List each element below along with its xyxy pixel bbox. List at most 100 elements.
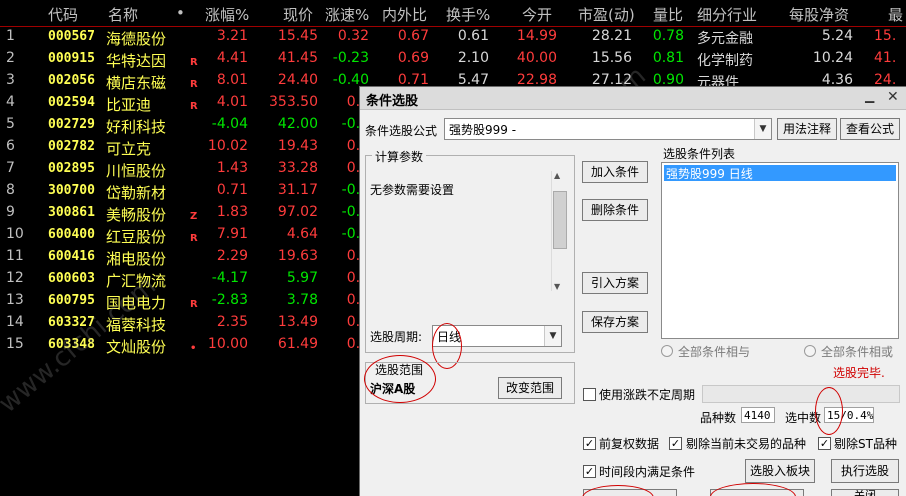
stock-code: 002056 xyxy=(48,73,95,88)
speed: -0.23 xyxy=(332,50,369,66)
industry: 化学制药 xyxy=(697,53,753,69)
period-label: 选股周期: xyxy=(370,330,423,344)
usage-notes-button[interactable]: 用法注释 xyxy=(777,118,837,140)
exclude-untraded-checkbox[interactable]: ✓ xyxy=(669,437,682,450)
annotation-circle xyxy=(364,355,436,403)
calc-params-label: 计算参数 xyxy=(372,148,427,165)
pre-adjust-checkbox[interactable]: ✓ xyxy=(583,437,596,450)
stock-name: 可立克 xyxy=(106,140,152,158)
all-and-radio[interactable] xyxy=(661,345,673,357)
row-index: 8 xyxy=(6,182,15,198)
change-pct: 8.01 xyxy=(216,72,248,88)
exclude-st-checkbox[interactable]: ✓ xyxy=(818,437,831,450)
variable-period-checkbox[interactable] xyxy=(583,388,596,401)
change-pct: 2.29 xyxy=(216,248,248,264)
pe-ratio: 28.21 xyxy=(591,28,632,44)
col-industry[interactable]: 细分行业 xyxy=(697,4,757,25)
col-last[interactable]: 最 xyxy=(888,4,903,25)
change-pct: -4.17 xyxy=(211,270,248,286)
volume-ratio: 0.78 xyxy=(652,28,684,44)
stock-name: 国电电力 xyxy=(106,294,167,312)
stock-code: 000567 xyxy=(48,29,95,44)
stock-flag: R xyxy=(190,79,198,90)
change-pct: 10.00 xyxy=(207,336,248,352)
col-code[interactable]: 代码 xyxy=(48,4,78,25)
select-to-block-button[interactable]: 选股入板块 xyxy=(745,459,815,483)
period-range-field[interactable] xyxy=(702,385,900,403)
stock-name: 红豆股份 xyxy=(106,228,167,246)
row-index: 6 xyxy=(6,138,15,154)
price: 97.02 xyxy=(277,204,318,220)
view-formula-button[interactable]: 查看公式 xyxy=(840,118,900,140)
delete-condition-button[interactable]: 删除条件 xyxy=(582,199,648,221)
minimize-icon[interactable]: ▁ xyxy=(865,89,881,105)
chevron-down-icon[interactable]: ▼ xyxy=(544,326,561,346)
row-index: 4 xyxy=(6,94,15,110)
price: 19.43 xyxy=(277,138,318,154)
price: 4.64 xyxy=(286,226,318,242)
stock-flag: Z xyxy=(190,211,198,222)
row-index: 11 xyxy=(6,248,24,264)
condition-list[interactable]: 强势股999 日线 xyxy=(661,162,899,339)
condition-select-dialog: 条件选股 ▁ ✕ 条件选股公式 强势股999 - ▼ 用法注释 查看公式 计算参… xyxy=(359,86,906,496)
formula-select[interactable]: 强势股999 - ▼ xyxy=(444,118,772,140)
condition-list-item[interactable]: 强势股999 日线 xyxy=(664,165,896,181)
col-name[interactable]: 名称 xyxy=(108,4,138,25)
col-speed[interactable]: 涨速% xyxy=(325,4,369,25)
add-condition-button[interactable]: 加入条件 xyxy=(582,161,648,183)
chevron-down-icon[interactable]: ▼ xyxy=(754,119,771,139)
stock-code: 300861 xyxy=(48,205,95,220)
exclude-st-label: 剔除ST品种 xyxy=(834,437,897,451)
change-pct: 4.01 xyxy=(216,94,248,110)
change-pct: 4.41 xyxy=(216,50,248,66)
col-open[interactable]: 今开 xyxy=(522,4,552,25)
dialog-titlebar[interactable]: 条件选股 ▁ ✕ xyxy=(360,87,906,110)
col-pe[interactable]: 市盈(动) xyxy=(578,4,635,25)
row-index: 2 xyxy=(6,50,15,66)
table-row[interactable]: 1 000567 海德股份 3.21 15.45 0.32 0.67 0.61 14.99 28.… xyxy=(0,27,906,49)
period-satisfy-checkbox[interactable]: ✓ xyxy=(583,465,596,478)
price: 41.45 xyxy=(277,50,318,66)
condition-list-label: 选股条件列表 xyxy=(663,147,736,161)
col-inner-outer[interactable]: 内外比 xyxy=(382,4,427,25)
annotation-circle xyxy=(582,485,654,496)
import-plan-button[interactable]: 引入方案 xyxy=(582,272,648,294)
col-vol-ratio[interactable]: 量比 xyxy=(653,4,683,25)
variety-count-field: 4140 xyxy=(741,407,775,423)
params-scrollbar[interactable]: ▲ ▼ xyxy=(551,171,567,291)
variable-period-label: 使用涨跌不定周期 xyxy=(599,388,696,402)
all-or-radio[interactable] xyxy=(804,345,816,357)
col-change-pct[interactable]: 涨幅% xyxy=(205,4,249,25)
row-index: 1 xyxy=(6,28,15,44)
last-col: 41. xyxy=(874,50,897,66)
turnover: 0.61 xyxy=(457,28,489,44)
all-or-label: 全部条件相或 xyxy=(821,345,894,359)
stock-name: 好利科技 xyxy=(106,118,167,136)
change-pct: 7.91 xyxy=(216,226,248,242)
stock-name: 文灿股份 xyxy=(106,338,167,356)
period-satisfy-label: 时间段内满足条件 xyxy=(599,465,696,479)
execute-select-button[interactable]: 执行选股 xyxy=(831,459,899,483)
close-icon[interactable]: ✕ xyxy=(887,89,903,105)
volume-ratio: 0.81 xyxy=(652,50,684,66)
table-header: 代码 名称 • 涨幅% 现价 涨速% 内外比 换手% 今开 市盈(动) 量比 细… xyxy=(0,0,906,27)
stock-code: 300700 xyxy=(48,183,95,198)
col-price[interactable]: 现价 xyxy=(283,4,313,25)
col-turnover[interactable]: 换手% xyxy=(446,4,490,25)
speed: 0.32 xyxy=(337,28,369,44)
stock-code: 002782 xyxy=(48,139,95,154)
stock-code: 600603 xyxy=(48,271,95,286)
last-col: 15. xyxy=(874,28,897,44)
stock-name: 海德股份 xyxy=(106,30,167,48)
change-scope-button[interactable]: 改变范围 xyxy=(498,377,562,399)
stock-code: 600795 xyxy=(48,293,95,308)
stock-code: 603327 xyxy=(48,315,95,330)
price: 13.49 xyxy=(277,314,318,330)
change-pct: 3.21 xyxy=(216,28,248,44)
stock-code: 002594 xyxy=(48,95,95,110)
table-row[interactable]: 2 000915 华特达因 R 4.41 41.45 -0.23 0.69 2.10 40.00 1… xyxy=(0,49,906,71)
col-nav[interactable]: 每股净资 xyxy=(789,4,849,25)
price: 24.40 xyxy=(277,72,318,88)
variety-count-label: 品种数 xyxy=(700,411,737,425)
save-plan-button[interactable]: 保存方案 xyxy=(582,311,648,333)
